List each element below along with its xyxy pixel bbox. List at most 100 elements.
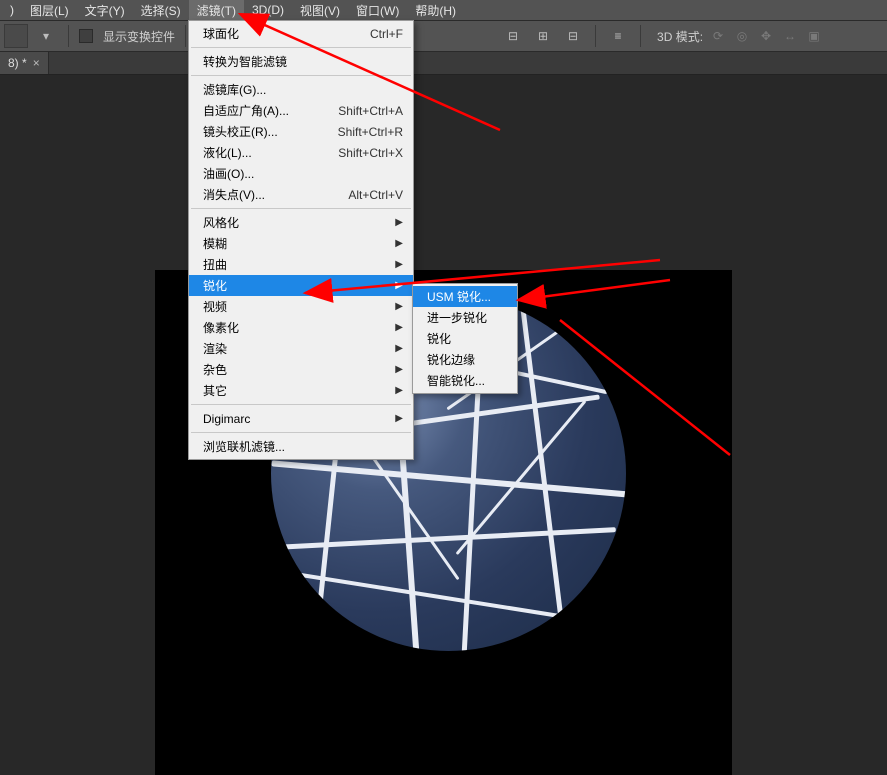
filter-menu-item[interactable]: 其它 ▶ [189,380,413,401]
menu-item-label: 视频 [203,298,227,315]
filter-menu-item[interactable]: 扭曲 ▶ [189,254,413,275]
filter-menu-item[interactable]: 杂色 ▶ [189,359,413,380]
toolbar-divider [640,25,641,47]
submenu-arrow-icon: ▶ [395,413,403,424]
submenu-arrow-icon: ▶ [395,238,403,249]
filter-menu-item[interactable]: 镜头校正(R)... Shift+Ctrl+R [189,121,413,142]
menu-item-label: 球面化 [203,25,239,42]
dropdown-arrow-icon[interactable]: ▾ [34,24,58,48]
zoom-icon[interactable]: ▣ [805,27,823,45]
filter-menu-item[interactable]: 球面化Ctrl+F [189,23,413,44]
submenu-item-label: USM 锐化... [427,288,491,305]
3d-mode-label: 3D 模式: [657,28,703,45]
menu-item-label: 杂色 [203,361,227,378]
filter-menu-item[interactable]: 滤镜库(G)... [189,79,413,100]
menu-item-label: 液化(L)... [203,144,252,161]
menu-item-label: 转换为智能滤镜 [203,53,287,70]
filter-menu-item[interactable]: 转换为智能滤镜 [189,51,413,72]
show-transform-label: 显示变换控件 [103,28,175,45]
menu-item-label: 模糊 [203,235,227,252]
slide-icon[interactable]: ↔ [781,27,799,45]
filter-menu-item[interactable]: 消失点(V)... Alt+Ctrl+V [189,184,413,205]
show-transform-checkbox[interactable] [79,29,93,43]
menu-separator [191,208,411,209]
menu-item-view[interactable]: 视图(V) [292,0,348,21]
roll-icon[interactable]: ◎ [733,27,751,45]
menu-item-trunc[interactable]: ) [2,1,22,19]
submenu-arrow-icon: ▶ [395,364,403,375]
menu-item-layer[interactable]: 图层(L) [22,0,77,21]
orbit-icon[interactable]: ⟳ [709,27,727,45]
menu-item-select[interactable]: 选择(S) [133,0,189,21]
align-right-icon[interactable]: ⊟ [561,24,585,48]
sharpen-submenu-item[interactable]: 锐化边缘 [413,349,517,370]
filter-menu-item[interactable]: 渲染 ▶ [189,338,413,359]
distribute-icon[interactable]: ≡ [606,24,630,48]
options-toolbar: ▾ 显示变换控件 ▭ ▯ ⊟ ⊞ ⊟ ≡ 3D 模式: ⟳ ◎ ✥ ↔ ▣ [0,21,887,52]
menu-item-shortcut: Shift+Ctrl+R [338,125,403,139]
filter-menu-item[interactable]: 像素化 ▶ [189,317,413,338]
submenu-item-label: 锐化 [427,330,451,347]
document-tab[interactable]: 8) * × [0,52,49,74]
3d-mode-group: 3D 模式: ⟳ ◎ ✥ ↔ ▣ [657,27,823,45]
menu-item-label: 自适应广角(A)... [203,102,289,119]
menu-item-help[interactable]: 帮助(H) [407,0,464,21]
menu-item-label: 像素化 [203,319,239,336]
filter-menu-item[interactable]: 锐化 ▶ [189,275,413,296]
close-tab-button[interactable]: × [33,56,40,70]
menu-item-label: 渲染 [203,340,227,357]
sharpen-submenu: USM 锐化... 进一步锐化锐化锐化边缘智能锐化... [412,283,518,394]
menu-item-window[interactable]: 窗口(W) [348,0,407,21]
filter-menu-item[interactable]: 自适应广角(A)... Shift+Ctrl+A [189,100,413,121]
filter-menu-item[interactable]: 浏览联机滤镜... [189,436,413,457]
menu-item-label: 消失点(V)... [203,186,265,203]
menu-separator [191,47,411,48]
align-left-icon[interactable]: ⊟ [501,24,525,48]
menu-item-label: 滤镜库(G)... [203,81,266,98]
menu-item-filter[interactable]: 滤镜(T) [189,0,244,21]
submenu-item-label: 智能锐化... [427,372,485,389]
submenu-arrow-icon: ▶ [395,301,403,312]
submenu-arrow-icon: ▶ [395,385,403,396]
filter-menu-item[interactable]: 模糊 ▶ [189,233,413,254]
align-center-icon[interactable]: ⊞ [531,24,555,48]
menu-item-shortcut: Shift+Ctrl+A [338,104,403,118]
menu-item-label: 浏览联机滤镜... [203,438,285,455]
menu-item-shortcut: Shift+Ctrl+X [338,146,403,160]
menu-separator [191,404,411,405]
filter-menu-dropdown: 球面化Ctrl+F 转换为智能滤镜滤镜库(G)... 自适应广角(A)... Shif… [188,20,414,460]
submenu-arrow-icon: ▶ [395,322,403,333]
filter-menu-item[interactable]: Digimarc ▶ [189,408,413,429]
menu-item-label: 扭曲 [203,256,227,273]
sharpen-submenu-item[interactable]: 智能锐化... [413,370,517,391]
filter-menu-item[interactable]: 风格化▶ [189,212,413,233]
document-tab-bar: 8) * × [0,52,887,75]
submenu-item-label: 进一步锐化 [427,309,487,326]
filter-menu-item[interactable]: 油画(O)... [189,163,413,184]
toolbar-divider [185,25,186,47]
submenu-arrow-icon: ▶ [395,259,403,270]
submenu-arrow-icon: ▶ [395,280,403,291]
filter-menu-item[interactable]: 视频 ▶ [189,296,413,317]
menu-item-label: 锐化 [203,277,227,294]
sharpen-submenu-item[interactable]: USM 锐化... [413,286,517,307]
menu-item-label: 油画(O)... [203,165,254,182]
sharpen-submenu-item[interactable]: 进一步锐化 [413,307,517,328]
tool-preset-button[interactable] [4,24,28,48]
menu-item-text[interactable]: 文字(Y) [77,0,133,21]
menu-separator [191,432,411,433]
submenu-item-label: 锐化边缘 [427,351,475,368]
document-tab-title: 8) * [8,56,27,70]
menu-bar: ) 图层(L) 文字(Y) 选择(S) 滤镜(T) 3D(D) 视图(V) 窗口… [0,0,887,21]
menu-item-shortcut: Alt+Ctrl+V [348,188,403,202]
menu-item-3d[interactable]: 3D(D) [244,1,292,19]
sharpen-submenu-item[interactable]: 锐化 [413,328,517,349]
menu-item-label: Digimarc [203,412,250,426]
menu-item-label: 其它 [203,382,227,399]
canvas-area[interactable] [0,75,887,775]
menu-item-label: 风格化 [203,214,239,231]
submenu-arrow-icon: ▶ [395,343,403,354]
menu-item-label: 镜头校正(R)... [203,123,278,140]
pan-icon[interactable]: ✥ [757,27,775,45]
filter-menu-item[interactable]: 液化(L)... Shift+Ctrl+X [189,142,413,163]
